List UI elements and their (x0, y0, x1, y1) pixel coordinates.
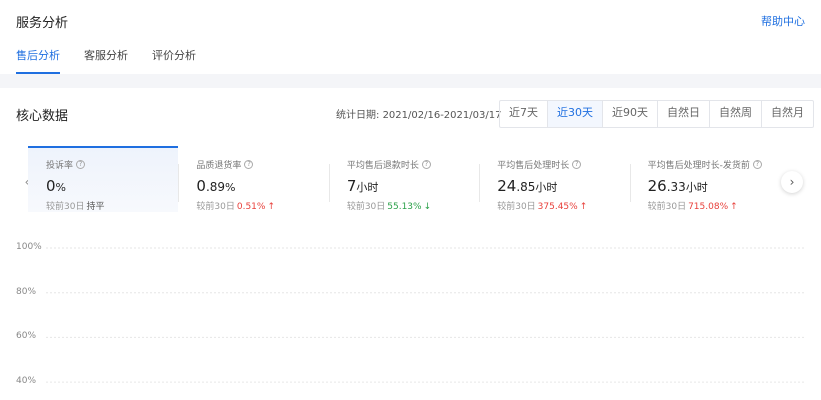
core-data-title: 核心数据 (16, 109, 69, 124)
metric-complaint-rate[interactable]: 投诉率? 0% 较前30日 持平 (28, 146, 179, 212)
page-header: 服务分析 帮助中心 售后分析 客服分析 评价分析 (0, 0, 821, 74)
range-natural-month[interactable]: 自然月 (761, 101, 813, 127)
metric-compare: 较前30日 0.51% ↑ (196, 202, 275, 212)
metric-value: 0.89% (196, 177, 236, 195)
metric-label: 品质退货率 (196, 161, 242, 171)
metric-avg-handling-duration-pre-shipment[interactable]: 平均售后处理时长-发货前? 26.33小时 较前30日 715.08% ↑ (629, 146, 780, 212)
metric-label: 平均售后处理时长 (497, 161, 570, 171)
question-circle-icon[interactable]: ? (76, 160, 86, 169)
question-circle-icon[interactable]: ? (572, 160, 582, 169)
range-30-days[interactable]: 近30天 (547, 101, 602, 127)
metric-cards: 投诉率? 0% 较前30日 持平 品质退货率? 0.89% 较前30日 0.51% ↑… (28, 146, 780, 212)
y-tick-label: 80% (16, 286, 37, 297)
section-gap (0, 74, 821, 88)
y-tick-label: 60% (16, 331, 37, 342)
range-7-days[interactable]: 近7天 (500, 101, 547, 127)
stat-date-range: 2021/02/16-2021/03/17 (382, 110, 502, 121)
date-range-selector: 近7天 近30天 近90天 自然日 自然周 自然月 (499, 100, 814, 128)
chevron-right-icon[interactable]: › (781, 171, 803, 193)
metric-quality-return-rate[interactable]: 品质退货率? 0.89% 较前30日 0.51% ↑ (178, 146, 328, 212)
metric-compare: 较前30日 375.45% ↑ (497, 202, 588, 212)
arrow-up-icon: ↑ (579, 202, 588, 212)
metric-compare: 较前30日 55.13% ↓ (346, 202, 432, 212)
metric-compare: 较前30日 持平 (46, 202, 105, 212)
tab-after-sales[interactable]: 售后分析 (16, 47, 60, 74)
metric-compare: 较前30日 715.08% ↑ (647, 202, 738, 212)
metric-value: 0% (46, 177, 66, 195)
arrow-up-icon: ↑ (267, 202, 275, 212)
metric-label: 投诉率 (46, 161, 74, 171)
help-center-link[interactable]: 帮助中心 (761, 13, 805, 29)
metric-value: 7小时 (346, 177, 379, 195)
range-90-days[interactable]: 近90天 (602, 101, 657, 127)
metric-avg-handling-duration[interactable]: 平均售后处理时长? 24.85小时 较前30日 375.45% ↑ (479, 146, 629, 212)
stat-date: 统计日期: 2021/02/16-2021/03/17 (336, 106, 501, 121)
y-tick-label: 40% (16, 376, 37, 387)
tab-reviews[interactable]: 评价分析 (152, 47, 196, 74)
range-natural-day[interactable]: 自然日 (657, 101, 709, 127)
arrow-up-icon: ↑ (730, 202, 738, 212)
page-title: 服务分析 (16, 16, 69, 31)
metric-label: 平均售后退款时长 (346, 161, 419, 171)
y-tick-label: 100% (16, 242, 42, 252)
metric-value: 26.33小时 (647, 177, 708, 195)
metric-label: 平均售后处理时长-发货前 (647, 161, 750, 171)
question-circle-icon[interactable]: ? (421, 160, 431, 169)
stat-date-label: 统计日期: (336, 110, 380, 121)
tab-customer-service[interactable]: 客服分析 (84, 47, 128, 74)
metric-value: 24.85小时 (497, 177, 558, 195)
range-natural-week[interactable]: 自然周 (709, 101, 761, 127)
metric-avg-refund-duration[interactable]: 平均售后退款时长? 7小时 较前30日 55.13% ↓ (328, 146, 479, 212)
question-circle-icon[interactable]: ? (244, 160, 254, 169)
question-circle-icon[interactable]: ? (752, 160, 762, 169)
trend-chart: 100% 80% 60% 40% (0, 232, 821, 400)
analysis-tabs: 售后分析 客服分析 评价分析 (16, 47, 220, 74)
trend-chart-svg (46, 247, 805, 383)
arrow-down-icon: ↓ (423, 202, 432, 212)
